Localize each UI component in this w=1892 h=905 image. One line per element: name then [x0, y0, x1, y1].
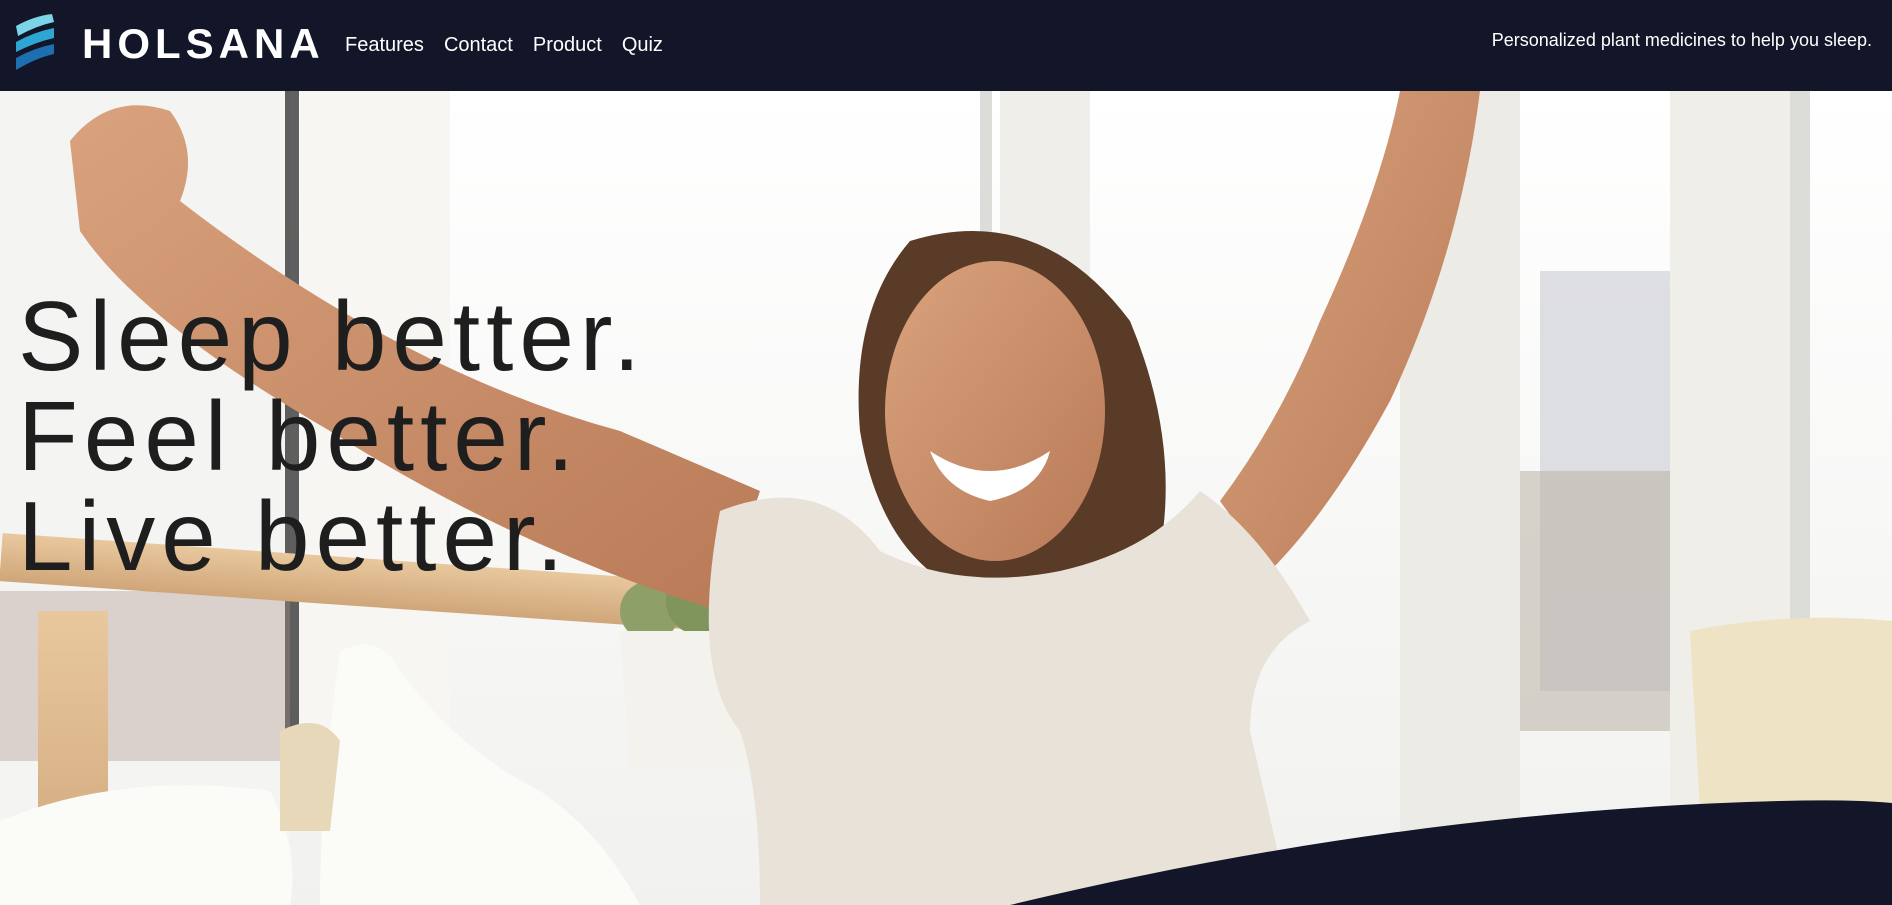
nav-link-features[interactable]: Features — [345, 32, 424, 58]
brand-name[interactable]: HOLSANA — [82, 20, 325, 68]
main-nav: Features Contact Product Quiz — [345, 32, 663, 58]
nav-link-quiz[interactable]: Quiz — [622, 32, 663, 58]
headline-line-1: Sleep better. — [18, 281, 647, 391]
headline-line-2: Feel better. — [18, 381, 581, 491]
header-tagline: Personalized plant medicines to help you… — [1491, 30, 1872, 50]
logo-icon[interactable] — [12, 12, 58, 76]
headline-line-3: Live better. — [18, 481, 570, 591]
hero-headline: Sleep better. Feel better. Live better. — [18, 286, 646, 586]
hero-section: Sleep better. Feel better. Live better. — [0, 91, 1892, 905]
top-navbar: HOLSANA Features Contact Product Quiz Pe… — [0, 0, 1892, 91]
nav-link-contact[interactable]: Contact — [444, 32, 513, 58]
nav-link-product[interactable]: Product — [533, 32, 602, 58]
